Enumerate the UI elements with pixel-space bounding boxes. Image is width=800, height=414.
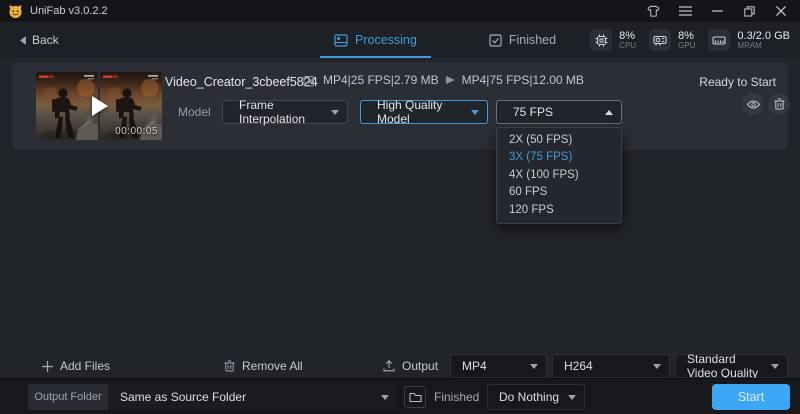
output-folder-label: Output Folder — [28, 384, 108, 410]
video-thumbnail[interactable]: 00:00:05 — [36, 72, 162, 140]
browse-folder-button[interactable] — [404, 386, 426, 408]
chevron-down-icon — [381, 394, 389, 400]
processing-queue-icon — [334, 33, 348, 47]
cpu-usage-value: 8% — [619, 29, 636, 42]
memory-usage-value: 0.3/2.0 GB — [737, 29, 790, 42]
fps-option[interactable]: 2X (50 FPS) — [497, 132, 621, 149]
memory-stat: 0.3/2.0 GB MRAM — [708, 29, 790, 51]
memory-usage-label: MRAM — [737, 40, 762, 50]
gpu-usage-value: 8% — [678, 29, 694, 42]
convert-arrow-icon — [445, 76, 455, 84]
footer-bar: Output Folder Same as Source Folder Fini… — [0, 378, 800, 414]
output-spec: MP4|75 FPS|12.00 MB — [461, 73, 584, 87]
close-icon[interactable] — [770, 2, 792, 20]
chevron-down-icon — [331, 109, 339, 115]
fps-option[interactable]: 4X (100 FPS) — [497, 167, 621, 184]
output-format-select[interactable]: MP4 — [450, 354, 547, 378]
add-files-label: Add Files — [60, 359, 111, 373]
file-specs: MP4|25 FPS|2.79 MB MP4|75 FPS|12.00 MB — [303, 73, 584, 87]
unifab-logo-icon — [9, 4, 22, 18]
status-text: Ready to Start — [699, 75, 776, 89]
cpu-usage-label: CPU — [619, 40, 637, 50]
main-area: 00:00:05 Video_Creator_3cbeef5824 MP4|25… — [0, 58, 800, 380]
back-arrow-icon — [20, 35, 26, 45]
chevron-down-icon — [471, 109, 479, 115]
finished-action-value: Do Nothing — [499, 390, 560, 404]
tab-finished-label: Finished — [508, 33, 557, 47]
output-folder-value: Same as Source Folder — [120, 390, 247, 404]
codec-value: H264 — [564, 359, 593, 373]
trash-icon — [774, 98, 784, 110]
back-label: Back — [32, 33, 59, 47]
trash-icon — [224, 360, 235, 372]
model-select-value: Frame Interpolation — [239, 98, 306, 126]
fps-option-selected[interactable]: 3X (75 FPS) — [497, 149, 621, 166]
title-bar: UniFab v3.0.2.2 — [0, 0, 800, 22]
file-title: Video_Creator_3cbeef5824 — [165, 75, 318, 89]
remove-all-label: Remove All — [242, 359, 303, 373]
start-label: Start — [737, 390, 765, 404]
fps-option[interactable]: 60 FPS — [497, 184, 621, 201]
eye-icon — [746, 100, 760, 108]
fps-option[interactable]: 120 FPS — [497, 202, 621, 219]
codec-select[interactable]: H264 — [552, 354, 670, 378]
skin-icon[interactable] — [642, 2, 664, 20]
quality-model-select[interactable]: High Quality Model — [360, 98, 488, 126]
minimize-icon[interactable] — [706, 2, 728, 20]
add-files-button[interactable]: Add Files — [42, 354, 110, 378]
finished-action-label: Finished — [434, 390, 480, 404]
chevron-up-icon — [605, 109, 613, 115]
video-duration: 00:00:05 — [115, 126, 158, 137]
video-quality-value: Standard Video Quality — [687, 352, 759, 380]
cpu-chip-icon — [590, 29, 613, 51]
chevron-down-icon — [653, 363, 661, 369]
export-icon — [383, 360, 395, 372]
video-quality-select[interactable]: Standard Video Quality — [675, 352, 788, 380]
tab-finished[interactable]: Finished — [475, 22, 570, 58]
memory-icon — [708, 29, 731, 51]
finished-check-icon — [489, 33, 502, 47]
fps-select-value: 75 FPS — [513, 105, 554, 119]
chevron-down-icon — [771, 363, 779, 369]
model-select[interactable]: Frame Interpolation — [222, 98, 348, 126]
chevron-down-icon — [568, 394, 576, 400]
quality-model-value: High Quality Model — [377, 98, 443, 126]
restore-icon[interactable] — [738, 2, 760, 20]
fps-select[interactable]: 75 FPS — [496, 100, 622, 124]
menu-icon[interactable] — [674, 2, 696, 20]
tab-processing-label: Processing — [355, 33, 417, 47]
fps-dropdown-menu: 2X (50 FPS) 3X (75 FPS) 4X (100 FPS) 60 … — [496, 127, 622, 224]
chevron-down-icon — [530, 363, 538, 369]
edit-specs-icon[interactable] — [303, 74, 316, 87]
cpu-stat: 8% CPU — [590, 29, 636, 51]
tab-bar: Processing Finished — [320, 22, 570, 58]
app-title: UniFab v3.0.2.2 — [30, 5, 108, 17]
start-button[interactable]: Start — [712, 384, 790, 410]
folder-icon — [408, 392, 422, 402]
gpu-usage-label: GPU — [678, 40, 696, 50]
back-button[interactable]: Back — [20, 22, 59, 58]
nav-bar: Back Processing Finished 8% CPU 8% GPU 0… — [0, 22, 800, 58]
gpu-card-icon — [649, 29, 672, 51]
preview-button[interactable] — [742, 93, 764, 115]
source-spec: MP4|25 FPS|2.79 MB — [323, 73, 439, 87]
unifab-window: UniFab v3.0.2.2 Back Processing Finished… — [0, 0, 800, 414]
model-label: Model — [178, 105, 211, 119]
output-label: Output — [402, 359, 439, 373]
output-format-value: MP4 — [462, 359, 487, 373]
toolbar: Add Files Remove All Output MP4 H264 Sta… — [0, 352, 800, 380]
delete-file-button[interactable] — [768, 93, 790, 115]
file-card: 00:00:05 Video_Creator_3cbeef5824 MP4|25… — [12, 62, 790, 150]
output-section-label: Output — [383, 354, 438, 378]
output-folder-select[interactable]: Same as Source Folder — [108, 384, 398, 410]
finished-action-select[interactable]: Do Nothing — [487, 384, 585, 410]
tab-processing[interactable]: Processing — [320, 22, 431, 58]
remove-all-button[interactable]: Remove All — [224, 354, 303, 378]
plus-icon — [42, 360, 53, 372]
gpu-stat: 8% GPU — [649, 29, 695, 51]
resource-stats: 8% CPU 8% GPU 0.3/2.0 GB MRAM — [590, 22, 790, 58]
